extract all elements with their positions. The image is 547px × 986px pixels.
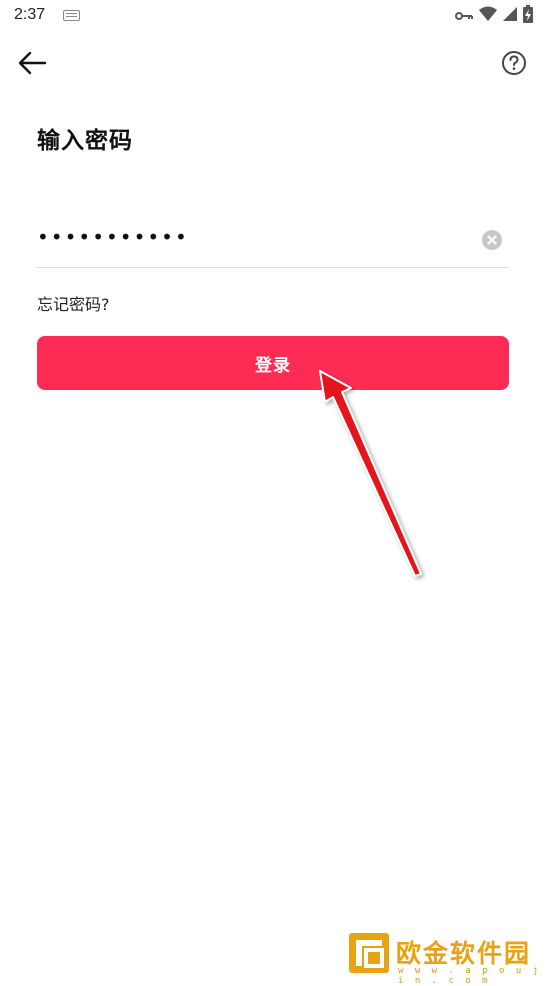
- help-button[interactable]: [500, 49, 528, 77]
- page-title: 输入密码: [37, 128, 133, 154]
- password-field[interactable]: •••••••••••: [37, 221, 509, 268]
- status-bar: 2:37: [0, 0, 547, 32]
- forgot-password-link[interactable]: 忘记密码?: [37, 291, 110, 315]
- question-circle-icon: [502, 51, 526, 75]
- keyboard-icon: [63, 10, 80, 21]
- clear-circle-icon: [487, 235, 497, 245]
- back-button[interactable]: [16, 48, 48, 78]
- password-input[interactable]: •••••••••••: [37, 225, 467, 261]
- battery-charging-icon: [523, 5, 533, 27]
- watermark: 欧金软件园 w w w . a p o u j i n . c o m: [348, 932, 546, 986]
- status-icons: [455, 5, 533, 27]
- watermark-url: w w w . a p o u j i n . c o m: [398, 966, 542, 986]
- vpn-key-icon: [455, 7, 473, 26]
- watermark-text: 欧金软件园: [396, 939, 532, 968]
- clear-password-button[interactable]: [482, 230, 502, 250]
- login-button[interactable]: 登录: [37, 336, 509, 390]
- arrow-left-icon: [18, 51, 47, 75]
- status-time: 2:37: [14, 6, 46, 23]
- wifi-icon: [479, 6, 497, 26]
- watermark-logo-icon: [349, 933, 389, 973]
- signal-icon: [503, 6, 517, 26]
